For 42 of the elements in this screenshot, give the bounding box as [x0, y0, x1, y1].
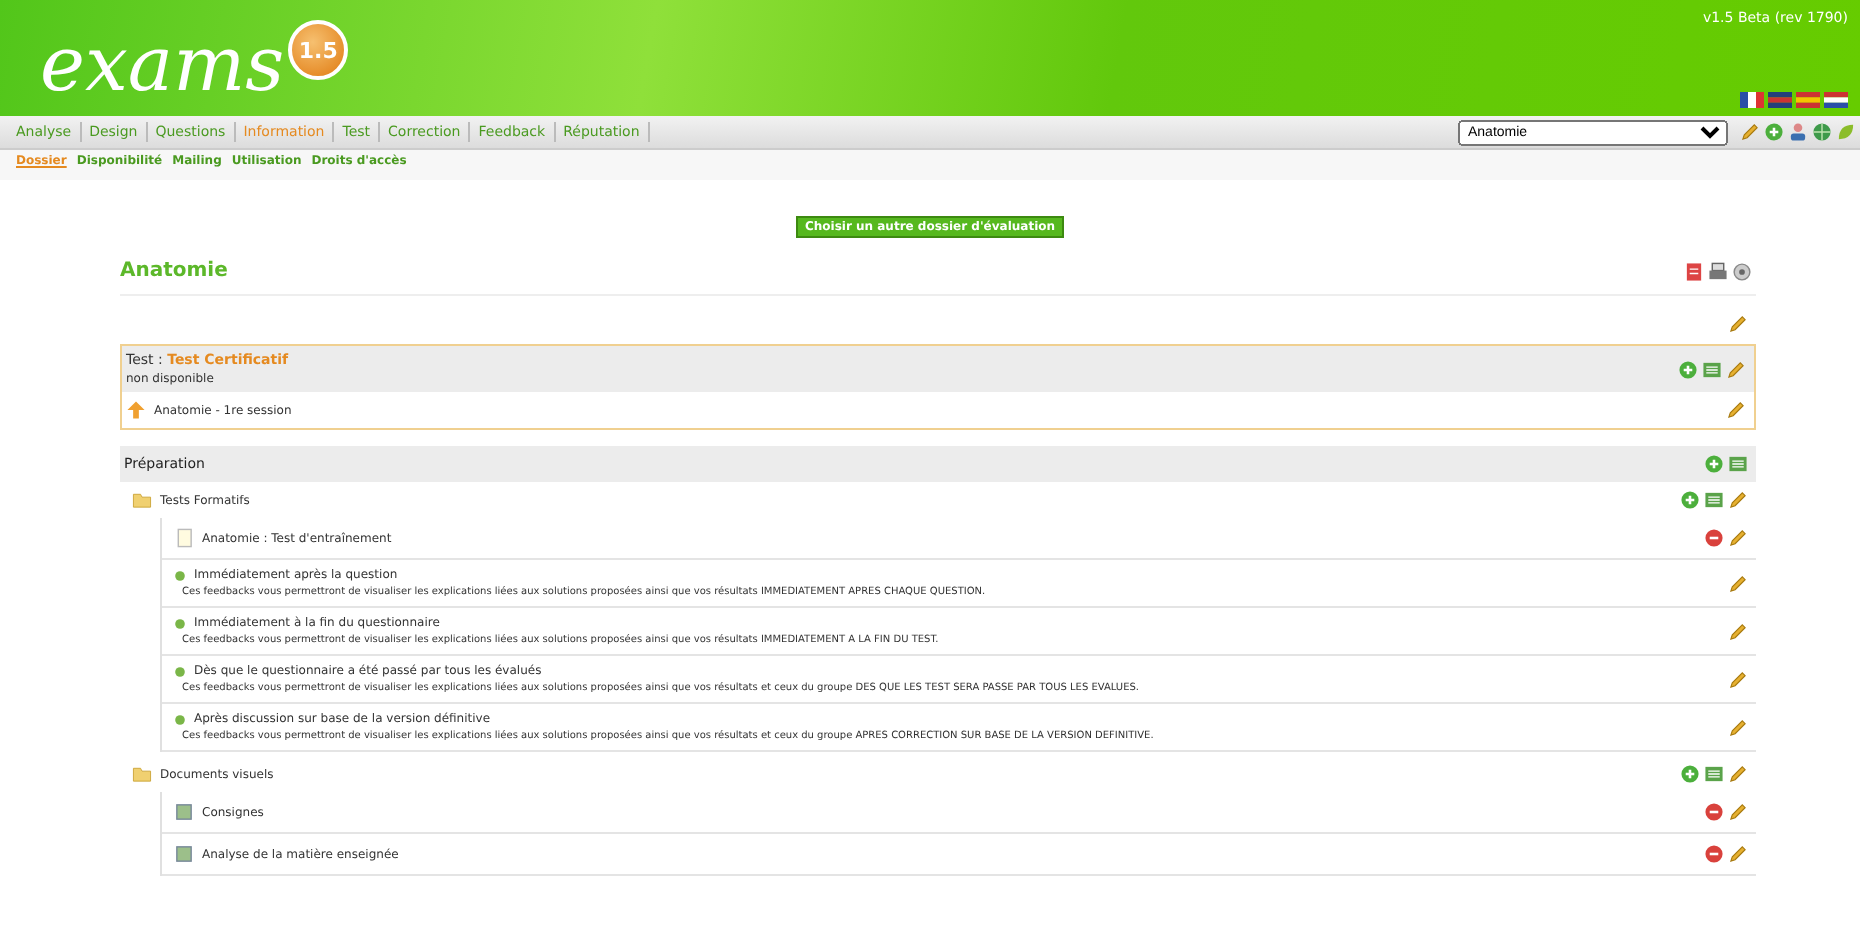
bullet-icon	[174, 713, 186, 725]
add-icon[interactable]	[1680, 764, 1700, 784]
image-icon	[174, 802, 194, 822]
list-icon[interactable]	[1704, 490, 1724, 510]
flag-icon[interactable]	[1796, 92, 1820, 108]
globe-icon[interactable]	[1812, 122, 1832, 142]
pencil-icon[interactable]	[1728, 314, 1748, 334]
bullet-icon	[174, 569, 186, 581]
leaf-icon[interactable]	[1836, 122, 1856, 142]
flag-icon[interactable]	[1740, 92, 1764, 108]
pencil-icon[interactable]	[1740, 122, 1760, 142]
pencil-icon[interactable]	[1728, 621, 1748, 641]
list-icon[interactable]	[1702, 359, 1722, 379]
folder-icon	[132, 490, 152, 510]
pencil-icon[interactable]	[1726, 400, 1746, 420]
flag-icon[interactable]	[1824, 92, 1848, 108]
pencil-icon[interactable]	[1728, 573, 1748, 593]
pencil-icon[interactable]	[1728, 717, 1748, 737]
folder-title: Anatomie	[120, 260, 228, 282]
user-icon[interactable]	[1788, 122, 1808, 142]
add-icon[interactable]	[1764, 122, 1784, 142]
document-icon[interactable]	[1684, 261, 1704, 281]
logo: exams	[40, 20, 285, 108]
pencil-icon[interactable]	[1726, 359, 1746, 379]
list-icon[interactable]	[1728, 454, 1748, 474]
image-icon	[174, 844, 194, 864]
delete-icon[interactable]	[1704, 528, 1724, 548]
add-icon[interactable]	[1678, 359, 1698, 379]
folder-icon	[132, 764, 152, 784]
arrow-icon	[126, 400, 146, 420]
add-icon[interactable]	[1704, 454, 1724, 474]
bullet-icon	[174, 617, 186, 629]
printer-icon[interactable]	[1708, 261, 1728, 281]
version-badge: 1.5	[288, 20, 349, 80]
page-icon	[174, 528, 194, 548]
delete-icon[interactable]	[1704, 844, 1724, 864]
bullet-icon	[174, 665, 186, 677]
pencil-icon[interactable]	[1728, 669, 1748, 689]
delete-icon[interactable]	[1704, 802, 1724, 822]
list-icon[interactable]	[1704, 764, 1724, 784]
pencil-icon[interactable]	[1728, 844, 1748, 864]
add-icon[interactable]	[1680, 490, 1700, 510]
